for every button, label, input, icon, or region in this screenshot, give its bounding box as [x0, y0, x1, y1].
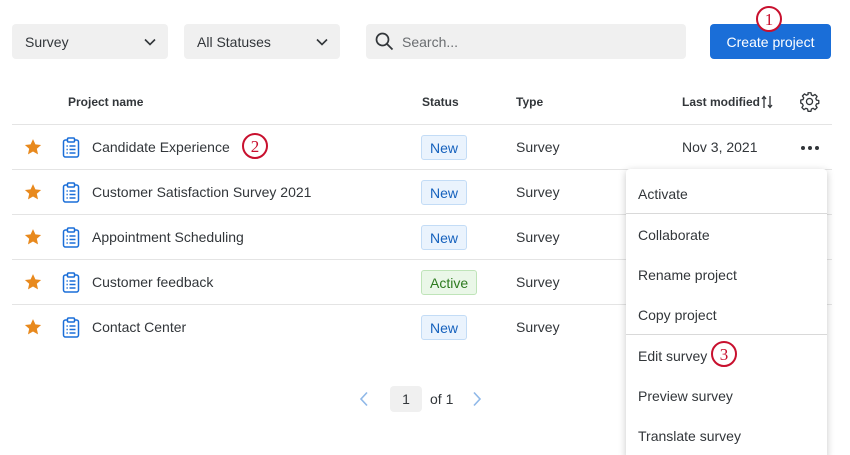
- star-icon[interactable]: [24, 273, 42, 291]
- chevron-down-icon: [316, 38, 328, 46]
- row-actions-menu: Activate Collaborate Rename project Copy…: [626, 169, 827, 455]
- project-type: Survey: [516, 139, 560, 155]
- star-icon[interactable]: [24, 318, 42, 336]
- chevron-down-icon: [144, 38, 156, 46]
- project-name-link[interactable]: Appointment Scheduling: [92, 229, 244, 245]
- project-type: Survey: [516, 319, 560, 335]
- next-page-button[interactable]: [467, 389, 487, 409]
- type-filter-select[interactable]: Survey: [12, 24, 168, 59]
- callout-1: 1: [756, 6, 782, 32]
- header-status[interactable]: Status: [422, 95, 459, 109]
- menu-item-preview-survey[interactable]: Preview survey: [638, 388, 733, 404]
- star-icon[interactable]: [24, 138, 42, 156]
- status-filter-value: All Statuses: [197, 33, 271, 50]
- status-badge: Active: [421, 270, 478, 295]
- star-icon[interactable]: [24, 228, 42, 246]
- gear-icon[interactable]: [799, 91, 820, 112]
- last-modified-date: Nov 3, 2021: [682, 139, 758, 155]
- menu-divider: [626, 213, 827, 214]
- type-filter-value: Survey: [25, 33, 69, 50]
- star-icon[interactable]: [24, 183, 42, 201]
- project-name-link[interactable]: Customer feedback: [92, 274, 213, 290]
- clipboard-icon: [62, 137, 80, 158]
- prev-page-button[interactable]: [354, 389, 374, 409]
- project-name-link[interactable]: Contact Center: [92, 319, 186, 335]
- clipboard-icon: [62, 227, 80, 248]
- menu-item-edit-survey[interactable]: Edit survey: [638, 348, 707, 364]
- menu-item-translate-survey[interactable]: Translate survey: [638, 428, 741, 444]
- menu-divider: [626, 334, 827, 335]
- clipboard-icon: [62, 317, 80, 338]
- status-badge: New: [421, 225, 468, 250]
- header-type[interactable]: Type: [516, 95, 543, 109]
- chevron-left-icon: [359, 391, 368, 407]
- pagination: 1 of 1: [354, 386, 487, 412]
- menu-item-activate[interactable]: Activate: [638, 186, 688, 202]
- project-type: Survey: [516, 184, 560, 200]
- sort-icon[interactable]: [761, 95, 773, 109]
- menu-item-copy-project[interactable]: Copy project: [638, 307, 717, 323]
- search-box[interactable]: [366, 24, 686, 59]
- project-type: Survey: [516, 229, 560, 245]
- header-last-modified[interactable]: Last modified: [682, 95, 760, 109]
- more-actions-icon[interactable]: [800, 145, 820, 151]
- status-filter-select[interactable]: All Statuses: [184, 24, 340, 59]
- project-type: Survey: [516, 274, 560, 290]
- table-header: Project name Status Type Last modified: [0, 86, 850, 118]
- table-row[interactable]: Candidate Experience New Survey Nov 3, 2…: [0, 125, 850, 169]
- page-number-input[interactable]: 1: [390, 386, 422, 412]
- status-badge: New: [421, 315, 468, 340]
- page-total: of 1: [430, 391, 454, 407]
- search-input[interactable]: [402, 33, 672, 50]
- chevron-right-icon: [473, 391, 482, 407]
- status-badge: New: [421, 180, 468, 205]
- clipboard-icon: [62, 182, 80, 203]
- project-name-link[interactable]: Customer Satisfaction Survey 2021: [92, 184, 311, 200]
- status-badge: New: [421, 135, 468, 160]
- callout-3: 3: [711, 341, 737, 367]
- search-icon: [375, 32, 394, 51]
- clipboard-icon: [62, 272, 80, 293]
- project-name-link[interactable]: Candidate Experience: [92, 139, 230, 155]
- header-project-name[interactable]: Project name: [68, 95, 143, 109]
- menu-item-collaborate[interactable]: Collaborate: [638, 227, 710, 243]
- menu-item-rename-project[interactable]: Rename project: [638, 267, 737, 283]
